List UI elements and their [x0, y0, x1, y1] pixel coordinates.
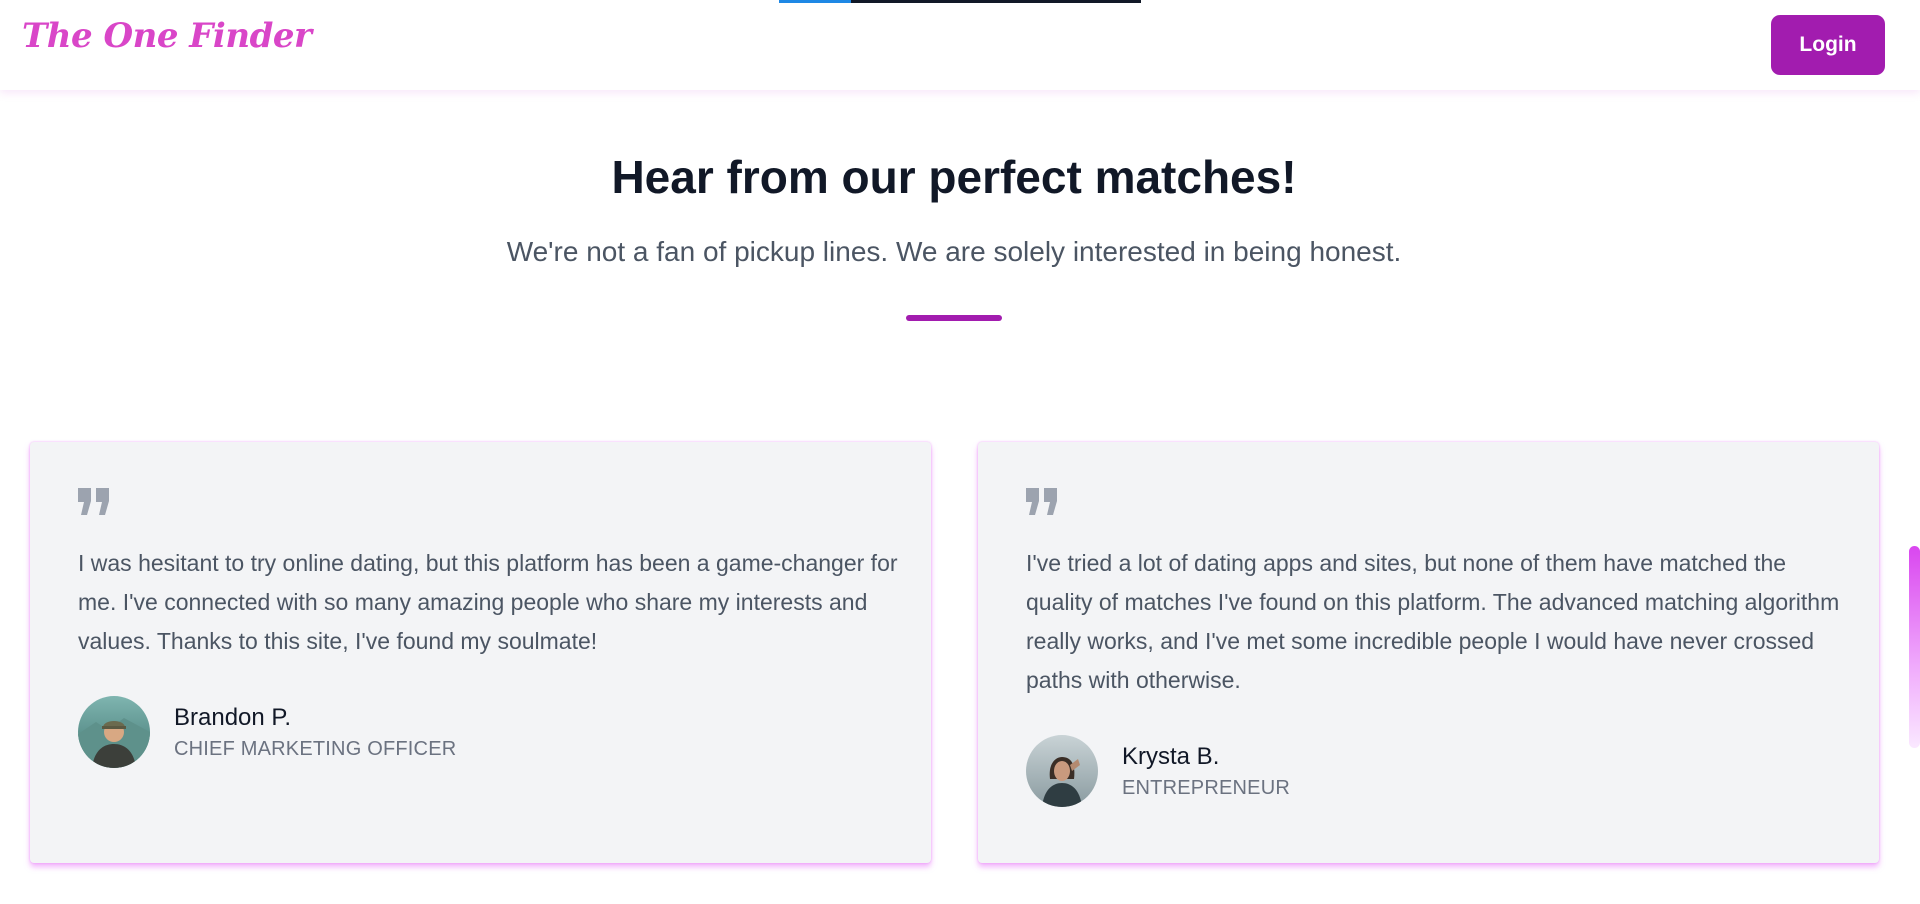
- testimonial-author: Krysta B. ENTREPRENEUR: [1026, 735, 1290, 807]
- login-button[interactable]: Login: [1771, 15, 1885, 75]
- quote-icon: [78, 488, 109, 515]
- author-role: ENTREPRENEUR: [1122, 776, 1290, 799]
- page-scrollbar-thumb[interactable]: [1909, 546, 1920, 748]
- avatar: [78, 696, 150, 768]
- testimonial-card: I've tried a lot of dating apps and site…: [978, 442, 1879, 863]
- quote-icon: [1026, 488, 1057, 515]
- scroll-progress-fill: [779, 0, 851, 3]
- testimonial-quote: I've tried a lot of dating apps and site…: [1026, 550, 1840, 693]
- author-name: Krysta B.: [1122, 742, 1220, 770]
- site-logo[interactable]: The One Finder: [22, 16, 312, 56]
- scroll-progress-bar: [779, 0, 1141, 3]
- testimonial-author: Brandon P. CHIEF MARKETING OFFICER: [78, 696, 456, 768]
- testimonial-card: I was hesitant to try online dating, but…: [30, 442, 931, 863]
- top-navbar: The One Finder Login: [0, 0, 1920, 90]
- section-title: Hear from our perfect matches!: [611, 151, 1297, 203]
- testimonial-quote: I was hesitant to try online dating, but…: [78, 550, 898, 654]
- section-divider: [906, 315, 1002, 321]
- author-name: Brandon P.: [174, 703, 291, 731]
- avatar: [1026, 735, 1098, 807]
- author-role: CHIEF MARKETING OFFICER: [174, 737, 457, 760]
- section-subtitle: We're not a fan of pickup lines. We are …: [506, 236, 1402, 267]
